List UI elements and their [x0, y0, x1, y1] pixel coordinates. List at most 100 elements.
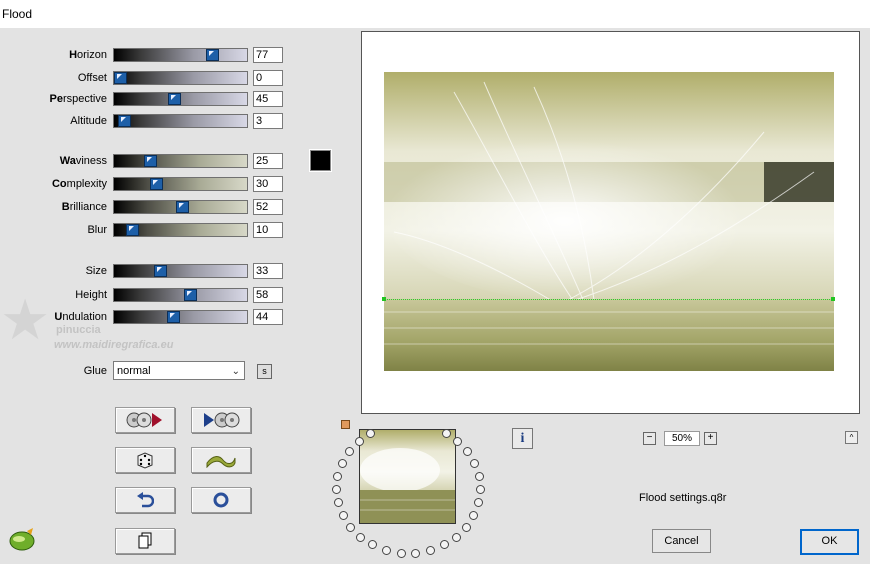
navigator-ring-dot[interactable] — [470, 459, 479, 468]
slider-thumb[interactable] — [206, 49, 219, 61]
zoom-in-button[interactable]: + — [704, 432, 717, 445]
navigator-ring-dot[interactable] — [452, 533, 461, 542]
navigator-ring-dot[interactable] — [366, 429, 375, 438]
label-perspective: Perspective — [27, 93, 108, 105]
label-altitude: Altitude — [27, 115, 107, 127]
label-accelerator: B — [61, 201, 70, 213]
slider-thumb[interactable] — [150, 178, 163, 190]
horizon-line[interactable] — [384, 299, 834, 300]
label-text: rspective — [62, 93, 107, 105]
disc-load-icon — [126, 412, 162, 428]
load-preset-button[interactable] — [115, 407, 175, 433]
window-title: Flood — [2, 7, 33, 21]
navigator-ring-dot[interactable] — [338, 459, 347, 468]
slider-thumb[interactable] — [154, 265, 167, 277]
settings-filename: Flood settings.q8r — [639, 492, 727, 504]
navigator-ring-dot[interactable] — [469, 511, 478, 520]
label-text: Altitude — [70, 115, 107, 127]
save-preset-button[interactable] — [191, 407, 251, 433]
slider-thumb[interactable] — [118, 115, 131, 127]
reset-button[interactable] — [191, 487, 251, 513]
navigator-ring-dot[interactable] — [411, 549, 420, 558]
value-field-height[interactable]: 58 — [253, 287, 283, 303]
navigator-ring-dot[interactable] — [440, 540, 449, 549]
navigator-ring-dot[interactable] — [453, 437, 462, 446]
navigator-thumbnail[interactable] — [359, 429, 456, 524]
randomize-button[interactable] — [115, 447, 175, 473]
star-logo-icon: ★ — [0, 288, 51, 351]
slider-thumb[interactable] — [168, 93, 181, 105]
value-field-perspective[interactable]: 45 — [253, 91, 283, 107]
zoom-out-button[interactable]: − — [643, 432, 656, 445]
value-field-altitude[interactable]: 3 — [253, 113, 283, 129]
wave-icon — [206, 456, 236, 468]
navigator-marker[interactable] — [341, 420, 350, 429]
wave-mode-button[interactable] — [191, 447, 251, 473]
navigator-ring-dot[interactable] — [334, 498, 343, 507]
cancel-button[interactable]: Cancel — [652, 529, 711, 553]
undo-arrow-icon — [137, 492, 154, 508]
small-options-button[interactable]: s — [257, 364, 272, 379]
navigator-ring-dot[interactable] — [475, 472, 484, 481]
navigator-ring-dot[interactable] — [346, 523, 355, 532]
undo-button[interactable] — [115, 487, 175, 513]
watermark-url: www.maidiregrafica.eu — [54, 339, 174, 351]
navigator-ring-dot[interactable] — [476, 485, 485, 494]
label-text: Size — [85, 265, 107, 277]
value-field-undulation[interactable]: 44 — [253, 309, 283, 325]
navigator-ring-dot[interactable] — [462, 523, 471, 532]
slider-waviness[interactable] — [113, 154, 248, 168]
navigator-ring-dot[interactable] — [463, 447, 472, 456]
glue-select[interactable]: normal ⌄ — [113, 361, 245, 380]
title-bar: Flood — [0, 0, 870, 28]
slider-size[interactable] — [113, 264, 248, 278]
label-text: viness — [75, 155, 107, 167]
navigator-ring-dot[interactable] — [442, 429, 451, 438]
navigator-ring-dot[interactable] — [368, 540, 377, 549]
slider-thumb[interactable] — [126, 224, 139, 236]
zoom-value: 50% — [664, 431, 700, 446]
value-field-size[interactable]: 33 — [253, 263, 283, 279]
value-field-blur[interactable]: 10 — [253, 222, 283, 238]
navigator-ring-dot[interactable] — [356, 533, 365, 542]
navigator-ring-dot[interactable] — [333, 472, 342, 481]
chevron-down-icon: ⌄ — [231, 366, 240, 377]
ok-button[interactable]: OK — [800, 529, 859, 555]
navigator-ring-dot[interactable] — [426, 546, 435, 555]
navigator-ring-dot[interactable] — [332, 485, 341, 494]
slider-offset[interactable] — [113, 71, 248, 85]
color-swatch[interactable] — [310, 150, 331, 171]
preview-image[interactable] — [384, 72, 834, 371]
navigator-ring-dot[interactable] — [355, 437, 364, 446]
navigator-ring-dot[interactable] — [339, 511, 348, 520]
value-field-offset[interactable]: 0 — [253, 70, 283, 86]
horizon-handle-right[interactable] — [831, 297, 835, 301]
info-button[interactable]: i — [512, 428, 533, 449]
slider-perspective[interactable] — [113, 92, 248, 106]
glue-value: normal — [117, 365, 151, 377]
value-field-horizon[interactable]: 77 — [253, 47, 283, 63]
navigator-ring-dot[interactable] — [474, 498, 483, 507]
label-accelerator: H — [69, 49, 78, 61]
collapse-button[interactable]: ^ — [845, 431, 858, 444]
label-text: Offset — [77, 72, 107, 84]
slider-thumb[interactable] — [114, 72, 127, 84]
value-field-brilliance[interactable]: 52 — [253, 199, 283, 215]
value-field-waviness[interactable]: 25 — [253, 153, 283, 169]
value-field-complexity[interactable]: 30 — [253, 176, 283, 192]
slider-thumb[interactable] — [144, 155, 157, 167]
slider-horizon[interactable] — [113, 48, 248, 62]
slider-complexity[interactable] — [113, 177, 248, 191]
label-text: mplexity — [66, 178, 107, 190]
copy-button[interactable] — [115, 528, 175, 554]
navigator-ring-dot[interactable] — [397, 549, 406, 558]
horizon-handle-left[interactable] — [382, 297, 386, 301]
label-horizon: Horizon — [27, 49, 107, 61]
navigator-ring-dot[interactable] — [382, 546, 391, 555]
slider-thumb[interactable] — [176, 201, 189, 213]
slider-blur[interactable] — [113, 223, 248, 237]
slider-brilliance[interactable] — [113, 200, 248, 214]
slider-altitude[interactable] — [113, 114, 248, 128]
watermark: ★ pinuccia www.maidiregrafica.eu — [0, 292, 210, 362]
navigator-ring-dot[interactable] — [345, 447, 354, 456]
